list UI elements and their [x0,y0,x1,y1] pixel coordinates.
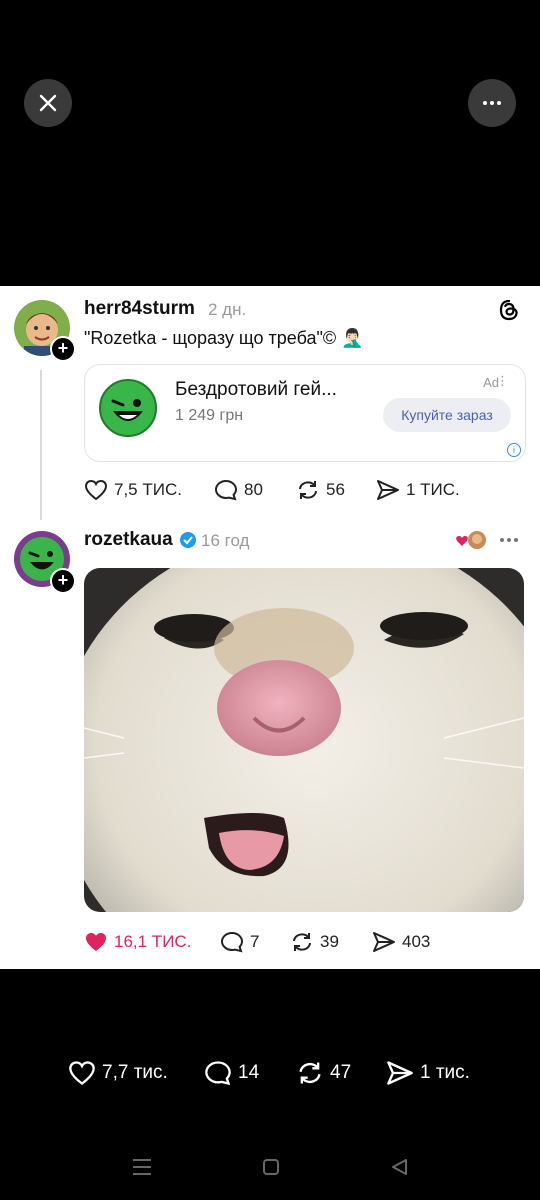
post2-reposts-count: 39 [320,932,339,951]
comment-icon [220,931,244,953]
ad-card[interactable]: Бездротовий гей... 1 249 грн Ad ⋮ Купуйт… [84,364,526,462]
recent-apps-icon[interactable] [132,1158,152,1176]
comments-count: 14 [238,1062,260,1083]
verified-badge-icon [180,532,196,548]
threads-logo-icon [499,299,518,321]
post1-share-button[interactable]: 1 ТИС. [376,479,460,501]
repost-icon [299,1062,321,1084]
post2-image-cat[interactable] [84,568,524,912]
follow-plus-icon[interactable]: + [50,568,76,594]
shares-count: 1 тис. [420,1062,470,1083]
post1-comment-button[interactable]: 80 [214,479,263,501]
post1-comments-count: 80 [244,480,263,499]
post1-username[interactable]: herr84sturm [84,298,195,320]
repost-button[interactable]: 47 [296,1060,351,1086]
post2-more-icon[interactable] [499,537,519,543]
heart-filled-icon [86,933,106,951]
post1-reposts-count: 56 [326,480,345,499]
reposts-count: 47 [330,1062,352,1083]
follow-plus-icon[interactable]: + [50,336,76,362]
rozetka-mascot-icon [99,379,157,437]
repost-icon [299,481,317,499]
post2-likes-count: 16,1 ТИС. [114,932,192,951]
post2-share-button[interactable]: 403 [372,931,430,953]
post1-time: 2 дн. [208,300,247,319]
post2-repost-button[interactable]: 39 [290,931,339,953]
ad-price: 1 249 грн [175,407,244,424]
more-horizontal-icon [483,101,501,105]
liked-by-avatar [455,530,487,557]
post2-username[interactable]: rozetkaua [84,529,173,551]
heart-icon [84,479,108,501]
post1-like-button[interactable]: 7,5 ТИС. [84,479,182,501]
system-navigation-bar [0,1154,540,1180]
post2-shares-count: 403 [402,932,431,951]
close-button[interactable] [24,79,72,127]
ad-info-icon[interactable]: i [507,443,521,457]
comment-icon [214,479,238,501]
thread-line [40,370,42,520]
likes-count: 7,7 тис. [102,1062,168,1083]
ad-more-icon[interactable]: ⋮ [496,373,509,389]
post1-repost-button[interactable]: 56 [296,479,345,501]
buy-now-button[interactable]: Купуйте зараз [383,398,511,432]
post1-shares-count: 1 ТИС. [406,480,460,499]
more-options-button[interactable] [468,79,516,127]
post1-text: "Rozetka - щоразу що треба"© 🤦🏻‍♂️ [84,328,364,348]
post2-like-button[interactable]: 16,1 ТИС. [84,931,191,953]
repost-icon [293,933,311,951]
comment-icon [205,1061,231,1086]
shared-post-card: + herr84sturm 2 дн. "Rozetka - щоразу що… [0,286,540,969]
heart-icon [69,1061,95,1085]
share-button[interactable]: 1 тис. [386,1060,470,1086]
post2-comment-button[interactable]: 7 [220,931,259,953]
back-icon[interactable] [390,1158,408,1176]
send-icon [373,932,395,952]
home-icon[interactable] [262,1158,280,1176]
post2-time: 16 год [201,531,250,550]
like-button[interactable]: 7,7 тис. [68,1060,168,1086]
post1-likes-count: 7,5 ТИС. [114,480,182,499]
comment-button[interactable]: 14 [204,1060,259,1086]
ad-title: Бездротовий гей... [175,379,337,400]
bottom-action-bar: 7,7 тис. 14 47 1 тис. [0,1058,540,1088]
send-icon [387,1061,413,1085]
post2-comments-count: 7 [250,932,260,951]
send-icon [377,480,399,500]
close-icon [39,94,57,112]
